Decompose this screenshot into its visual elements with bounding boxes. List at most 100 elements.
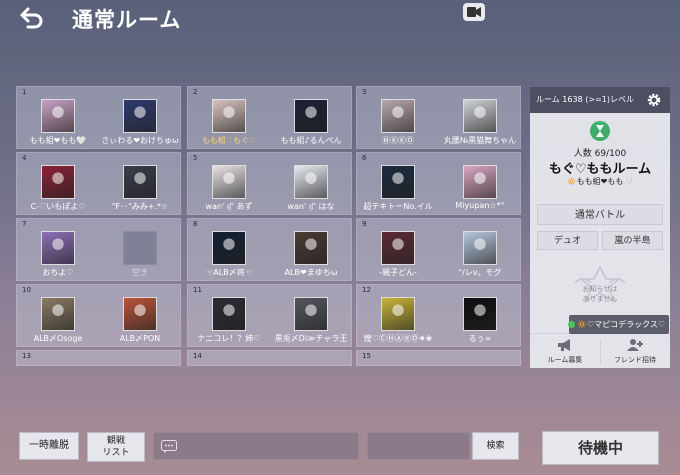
spectate-label-line-2: リスト <box>102 448 130 458</box>
chat-bubble-icon <box>161 440 177 453</box>
room-slot[interactable]: 9 -親子どん- "/レv。モグ <box>356 218 521 281</box>
avatar <box>41 231 75 265</box>
slot-number: 10 <box>22 286 31 294</box>
room-slot[interactable]: 14 <box>187 350 352 366</box>
spectate-list-button[interactable]: 観戦 リスト <box>87 432 145 462</box>
player-card[interactable]: ナニコレ！？姉♡ <box>189 296 269 346</box>
player-name: もも組♡もぐ♡ <box>201 136 257 145</box>
player-name: 丸腰№黒猫舞ちゃん <box>443 136 517 145</box>
room-slot[interactable]: 15 <box>356 350 521 366</box>
player-name: さぃわる❤おけちゅω <box>101 136 179 145</box>
room-slot[interactable]: 3 ⓂⓀⓀⓄ 丸腰№黒猫舞ちゃん <box>356 86 521 149</box>
avatar <box>41 297 75 331</box>
room-slot[interactable]: 12 煌♡ⒸⒽⒶⓇⓄ✷❀ るぅ∞ <box>356 284 521 347</box>
player-name: 煌♡ⒸⒽⒶⓇⓄ✷❀ <box>363 334 433 343</box>
slot-number: 6 <box>362 154 367 162</box>
slot-number: 9 <box>362 220 367 228</box>
search-input[interactable] <box>367 432 470 460</box>
player-card[interactable]: -親子どん- <box>358 230 438 280</box>
player-card[interactable]: wan' ıʃ' はな <box>271 164 351 214</box>
avatar <box>294 231 328 265</box>
avatar <box>463 99 497 133</box>
slot-number: 12 <box>362 286 371 294</box>
slot-number: 1 <box>22 88 27 96</box>
player-card[interactable]: 黒兎〆Di≫チャラ王 <box>271 296 351 346</box>
map-button[interactable]: 嵐の半島 <box>602 231 663 250</box>
avatar <box>463 231 497 265</box>
room-slot[interactable]: 1 もも組❤もも🤍 さぃわる❤おけちゅω <box>16 86 181 149</box>
search-button[interactable]: 検索 <box>472 432 519 460</box>
player-card[interactable]: wan' ıʃ' あず <box>189 164 269 214</box>
room-slot[interactable]: 7 おちよ♡ 空き <box>16 218 181 281</box>
room-slot[interactable]: 2 もも組♡もぐ♡ もも組♪るんぺん <box>187 86 352 149</box>
add-friend-icon <box>627 339 643 351</box>
slot-number: 8 <box>193 220 198 228</box>
avatar <box>123 99 157 133</box>
temporary-leave-button[interactable]: 一時離脱 <box>19 432 79 460</box>
player-name: ALB〆PON <box>119 334 161 343</box>
player-name: もも組❤もも🤍 <box>29 136 87 145</box>
room-slot[interactable]: 4 C-♡いもぽよ♡ "F･･"みみ+.*☆ <box>16 152 181 215</box>
player-card[interactable]: さぃわる❤おけちゅω <box>100 98 180 148</box>
empty-seat-label: 空き <box>132 268 148 277</box>
chat-input[interactable] <box>153 432 359 460</box>
recruit-button[interactable]: ルーム募集 <box>530 334 600 369</box>
notice-line-1: お知らせは <box>582 285 618 293</box>
room-name: もぐ♡ももルーム <box>548 162 652 177</box>
player-card[interactable]: 煌♡ⒸⒽⒶⓇⓄ✷❀ <box>358 296 438 346</box>
player-card[interactable]: 超テキトーNo.イル <box>358 164 438 214</box>
avatar <box>381 297 415 331</box>
player-name: ナニコレ！？姉♡ <box>197 334 261 343</box>
notice-text: お知らせは ありません <box>530 284 670 304</box>
avatar <box>381 231 415 265</box>
player-card[interactable]: "/レv。モグ <box>440 230 520 280</box>
player-card[interactable]: ALB〆PON <box>100 296 180 346</box>
panel-footer: ルーム募集 フレンド招待 <box>530 333 670 368</box>
avatar <box>212 165 246 199</box>
avatar <box>294 99 328 133</box>
player-name: "F･･"みみ+.*☆ <box>111 202 169 211</box>
video-camera-button[interactable] <box>463 3 485 21</box>
player-name: るぅ∞ <box>468 334 492 343</box>
empty-avatar <box>123 231 157 265</box>
slot-number: 14 <box>193 352 202 360</box>
player-card[interactable]: ⓂⓀⓀⓄ <box>358 98 438 148</box>
avatar <box>212 99 246 133</box>
player-card[interactable]: もも組❤もも🤍 <box>18 98 98 148</box>
room-slot[interactable]: 5 wan' ıʃ' あず wan' ıʃ' はな <box>187 152 352 215</box>
team-mode-button[interactable]: デュオ <box>537 231 598 250</box>
player-card[interactable]: 丸腰№黒猫舞ちゃん <box>440 98 520 148</box>
avatar <box>41 99 75 133</box>
battle-mode-button[interactable]: 通常バトル <box>537 204 663 225</box>
slot-number: 11 <box>193 286 202 294</box>
waiting-status-button[interactable]: 待機中 <box>542 431 659 465</box>
player-card[interactable]: もも組♡もぐ♡ <box>189 98 269 148</box>
notice-line-2: ありません <box>582 295 618 303</box>
player-card[interactable]: るぅ∞ <box>440 296 520 346</box>
player-card[interactable]: Miyupan☆*° <box>440 164 520 214</box>
player-card[interactable]: ALB〆Osoge <box>18 296 98 346</box>
slot-number: 7 <box>22 220 27 228</box>
player-card[interactable]: ☜ALB〆将☜ <box>189 230 269 280</box>
player-card[interactable]: "F･･"みみ+.*☆ <box>100 164 180 214</box>
player-card[interactable]: もも組♪るんぺん <box>271 98 351 148</box>
room-slot[interactable]: 10 ALB〆Osoge ALB〆PON <box>16 284 181 347</box>
avatar <box>123 165 157 199</box>
empty-seat[interactable]: 空き <box>100 230 180 280</box>
player-card[interactable]: C-♡いもぽよ♡ <box>18 164 98 214</box>
room-slot[interactable]: 11 ナニコレ！？姉♡ 黒兎〆Di≫チャラ王 <box>187 284 352 347</box>
player-card[interactable]: おちよ♡ <box>18 230 98 280</box>
room-slot[interactable]: 6 超テキトーNo.イル Miyupan☆*° <box>356 152 521 215</box>
back-arrow-icon[interactable] <box>16 6 46 30</box>
player-name: wan' ıʃ' あず <box>205 202 253 211</box>
room-slot[interactable]: 8 ☜ALB〆将☜ ALB❤まゆちω <box>187 218 352 281</box>
recruit-label: ルーム募集 <box>547 356 583 364</box>
player-name: "/レv。モグ <box>458 268 502 277</box>
gear-icon[interactable] <box>646 92 662 108</box>
invite-friend-button[interactable]: フレンド招待 <box>600 334 670 369</box>
room-slot[interactable]: 13 <box>16 350 181 366</box>
avatar <box>463 165 497 199</box>
player-card[interactable]: ALB❤まゆちω <box>271 230 351 280</box>
player-name: おちよ♡ <box>42 268 74 277</box>
player-name: もも組♪るんぺん <box>280 136 342 145</box>
